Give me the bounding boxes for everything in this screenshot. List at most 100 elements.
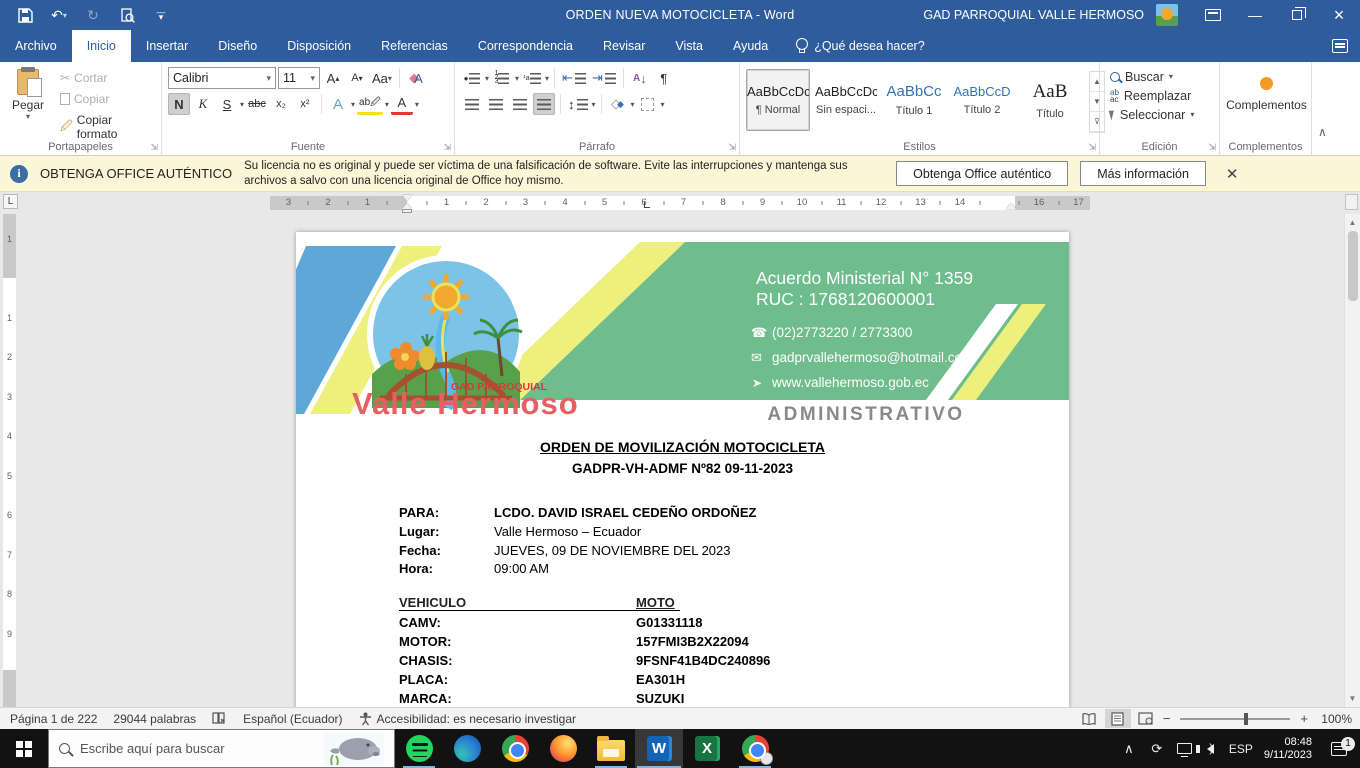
increase-indent-button[interactable]: ⇥ (590, 67, 618, 89)
zoom-slider[interactable] (1180, 718, 1290, 720)
font-name-combo[interactable]: Calibri▾ (168, 67, 276, 89)
scroll-up-icon[interactable]: ▲ (1349, 214, 1357, 231)
more-info-button[interactable]: Más información (1080, 161, 1206, 186)
get-office-button[interactable]: Obtenga Office auténtico (896, 161, 1068, 186)
subscript-button[interactable]: x₂ (270, 93, 292, 115)
format-painter-button[interactable]: 🖉Copiar formato (56, 111, 157, 143)
tab-inicio[interactable]: Inicio (72, 30, 131, 62)
zoom-in-button[interactable]: + (1298, 711, 1310, 726)
style-heading1[interactable]: AaBbCcTítulo 1 (882, 69, 946, 131)
scrollbar-thumb[interactable] (1348, 231, 1358, 301)
print-preview-icon[interactable] (118, 6, 136, 24)
text-effects-button[interactable]: A (327, 93, 349, 115)
minimize-button[interactable]: — (1234, 0, 1276, 30)
customize-qat-icon[interactable]: —▾ (152, 6, 170, 24)
underline-button[interactable]: S (216, 93, 238, 115)
grow-font-button[interactable]: A▴ (322, 67, 344, 89)
print-layout-button[interactable] (1105, 709, 1131, 728)
web-layout-button[interactable] (1133, 709, 1159, 728)
dialog-launcher-icon[interactable]: ⇲ (1208, 143, 1216, 152)
taskbar-edge[interactable] (443, 729, 491, 768)
dialog-launcher-icon[interactable]: ⇲ (1088, 143, 1096, 152)
ruler-toggle-button[interactable] (1345, 194, 1358, 210)
collapse-ribbon-button[interactable]: ∧ (1312, 62, 1337, 155)
volume-icon[interactable] (1200, 729, 1226, 768)
chevron-down-icon[interactable]: ▾ (415, 100, 419, 109)
cut-button[interactable]: ✂Cortar (56, 69, 157, 87)
tab-selector[interactable]: L (3, 194, 18, 209)
tab-insertar[interactable]: Insertar (131, 30, 203, 62)
taskbar-search[interactable]: Escribe aquí para buscar (48, 729, 395, 768)
dialog-launcher-icon[interactable]: ⇲ (150, 143, 158, 152)
dialog-launcher-icon[interactable]: ⇲ (728, 143, 736, 152)
chevron-down-icon[interactable]: ▾ (545, 74, 549, 83)
chevron-down-icon[interactable]: ▾ (385, 100, 389, 109)
chevron-down-icon[interactable]: ▾ (631, 100, 635, 109)
replace-button[interactable]: abacReemplazar (1110, 86, 1215, 105)
numbering-button[interactable]: 123 (491, 67, 513, 89)
chevron-down-icon[interactable]: ▾ (515, 74, 519, 83)
paste-button[interactable]: Pegar ▾ (6, 67, 50, 121)
zoom-level[interactable]: 100% (1312, 712, 1352, 726)
tab-vista[interactable]: Vista (660, 30, 718, 62)
taskbar-clock[interactable]: 08:48 9/11/2023 (1256, 736, 1320, 762)
find-button[interactable]: Buscar▾ (1110, 67, 1215, 86)
vertical-scrollbar[interactable]: ▲ ▼ (1344, 214, 1360, 707)
chevron-down-icon[interactable]: ▾ (485, 74, 489, 83)
proofing-icon[interactable] (204, 712, 235, 725)
shading-button[interactable]: ◇◆ (607, 93, 629, 115)
change-case-button[interactable]: Aa▾ (370, 67, 394, 89)
zoom-out-button[interactable]: − (1161, 711, 1173, 726)
line-spacing-button[interactable]: ↕ (566, 93, 590, 115)
tray-sync-icon[interactable]: ⟳ (1144, 729, 1170, 768)
bullets-button[interactable]: ● (461, 67, 483, 89)
tell-me-box[interactable]: ¿Qué desea hacer? (783, 30, 937, 62)
taskbar-word[interactable]: W (635, 729, 683, 768)
select-button[interactable]: Seleccionar▾ (1110, 105, 1215, 124)
read-mode-button[interactable] (1077, 709, 1103, 728)
style-normal[interactable]: AaBbCcDc¶ Normal (746, 69, 810, 131)
tab-referencias[interactable]: Referencias (366, 30, 463, 62)
copy-button[interactable]: Copiar (56, 90, 157, 108)
style-heading2[interactable]: AaBbCcDTítulo 2 (950, 69, 1014, 131)
superscript-button[interactable]: x² (294, 93, 316, 115)
word-count[interactable]: 29044 palabras (105, 712, 204, 726)
tab-stop-marker[interactable] (644, 202, 650, 208)
borders-button[interactable] (637, 93, 659, 115)
left-indent-marker[interactable] (402, 209, 412, 213)
tab-archivo[interactable]: Archivo (0, 30, 72, 62)
taskbar-excel[interactable]: X (683, 729, 731, 768)
tab-correspondencia[interactable]: Correspondencia (463, 30, 588, 62)
taskbar-chrome-profile[interactable] (731, 729, 779, 768)
bold-button[interactable]: N (168, 93, 190, 115)
network-icon[interactable] (1172, 729, 1198, 768)
tray-chevron-icon[interactable]: ∧ (1116, 729, 1142, 768)
dialog-launcher-icon[interactable]: ⇲ (443, 143, 451, 152)
chevron-down-icon[interactable]: ▾ (351, 100, 355, 109)
restore-button[interactable] (1276, 0, 1318, 30)
font-color-button[interactable]: A (391, 93, 413, 115)
show-marks-button[interactable]: ¶ (653, 67, 675, 89)
document-page[interactable]: GAD PARROQUIAL Valle Hermoso Acuerdo Min… (296, 232, 1069, 707)
search-highlight-image[interactable] (324, 732, 384, 766)
shrink-font-button[interactable]: A▾ (346, 67, 368, 89)
first-line-indent-marker[interactable] (402, 195, 412, 201)
redo-icon[interactable]: ↻ (84, 6, 102, 24)
font-size-combo[interactable]: 11▾ (278, 67, 320, 89)
highlight-button[interactable]: ab🖉 (357, 93, 383, 115)
tab-diseno[interactable]: Diseño (203, 30, 272, 62)
notification-center-button[interactable]: 1 (1322, 742, 1356, 756)
zoom-slider-thumb[interactable] (1244, 713, 1248, 725)
right-indent-marker[interactable] (1006, 203, 1016, 209)
align-center-button[interactable] (485, 93, 507, 115)
feedback-icon[interactable] (1332, 39, 1348, 53)
chevron-down-icon[interactable]: ▾ (240, 100, 244, 109)
style-no-spacing[interactable]: AaBbCcDcSin espaci... (814, 69, 878, 131)
save-icon[interactable] (16, 6, 34, 24)
strikethrough-button[interactable]: abc (246, 93, 268, 115)
tab-ayuda[interactable]: Ayuda (718, 30, 783, 62)
taskbar-firefox[interactable] (539, 729, 587, 768)
style-title[interactable]: AaBTítulo (1018, 69, 1082, 131)
tab-disposicion[interactable]: Disposición (272, 30, 366, 62)
align-left-button[interactable] (461, 93, 483, 115)
